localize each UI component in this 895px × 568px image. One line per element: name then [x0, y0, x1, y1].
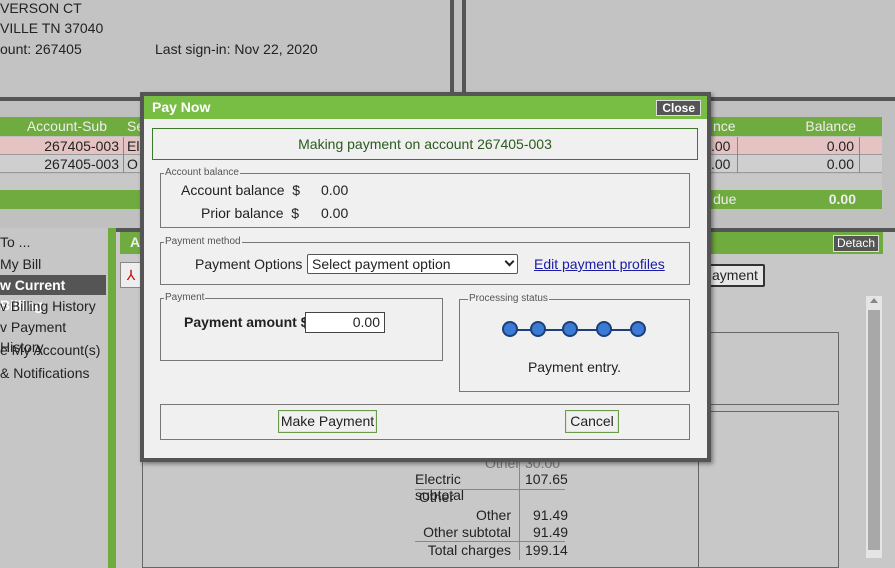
row-account: 267405-003	[0, 137, 124, 155]
menu-billing-history[interactable]: v Billing History	[0, 296, 96, 316]
status-step-icon	[596, 321, 612, 337]
edit-payment-profiles-link[interactable]: Edit payment profiles	[534, 256, 665, 272]
summary-divider	[415, 541, 565, 542]
payment-group: Payment Payment amount $ 0.00	[160, 292, 443, 361]
content-tab-label[interactable]: A	[130, 234, 140, 250]
summary-label: Other	[419, 489, 455, 505]
status-text: Payment entry.	[527, 359, 622, 375]
address-line1: VERSON CT	[0, 0, 82, 16]
bill-box-top	[698, 332, 839, 405]
account-balance-group: Account balance Account balance $ 0.00 P…	[160, 167, 690, 228]
row-account: 267405-003	[0, 155, 124, 173]
side-menu: To ... My Bill w Current Billing v Billi…	[0, 228, 108, 568]
make-payment-button[interactable]: Make Payment	[278, 410, 377, 433]
payment-amount-label: Payment amount $	[184, 314, 309, 330]
last-signin: Last sign-in: Nov 22, 2020	[155, 41, 318, 57]
scroll-thumb[interactable]	[868, 310, 880, 550]
chevron-down-icon	[504, 256, 515, 267]
row-balance: 0.00	[739, 155, 860, 173]
row-balance: 0.00	[739, 137, 860, 155]
pay-now-dialog: Pay Now Close Making payment on account …	[140, 92, 711, 462]
col-account-sub: Account-Sub	[26, 118, 107, 134]
status-step-icon	[630, 321, 646, 337]
payment-method-group: Payment method Payment Options Select pa…	[160, 236, 690, 285]
payment-options-value: Select payment option	[312, 256, 451, 272]
row-balance-due: .00	[711, 137, 738, 155]
close-button[interactable]: Close	[656, 100, 701, 116]
payment-legend: Payment	[164, 292, 206, 304]
summary-divider	[415, 489, 565, 490]
summary-divider	[519, 455, 520, 560]
payment-amount-input[interactable]: 0.00	[305, 312, 385, 333]
dialog-header: Pay Now Close	[144, 96, 707, 119]
status-step-icon	[562, 321, 578, 337]
payment-method-legend: Payment method	[164, 236, 242, 248]
payment-banner: Making payment on account 267405-003	[152, 128, 698, 160]
account-balance-label: Account balance $	[181, 182, 301, 198]
col-balance-due: nce	[713, 118, 736, 134]
menu-notifications[interactable]: & Notifications	[0, 363, 89, 383]
side-menu-title: To ...	[0, 234, 31, 250]
address-line2: VILLE TN 37040	[0, 20, 104, 36]
side-divider	[108, 228, 116, 568]
payment-options-select[interactable]: Select payment option	[307, 254, 518, 274]
row-balance-due: .00	[711, 155, 738, 173]
summary-label: Other	[475, 507, 511, 523]
account-balance-value: 0.00	[321, 182, 349, 198]
menu-current-billing[interactable]: w Current Billing	[0, 275, 106, 313]
bill-box-bottom	[698, 411, 839, 568]
prior-balance-label: Prior balance $	[201, 205, 300, 221]
status-step-icon	[502, 321, 518, 337]
total-value: 0.00	[828, 191, 856, 207]
account-balance-legend: Account balance	[164, 167, 240, 179]
processing-status-group: Processing status Payment entry.	[459, 293, 690, 392]
summary-label: Other subtotal	[423, 524, 511, 540]
payment-options-label: Payment Options	[195, 256, 303, 272]
summary-label: Total charges	[427, 542, 511, 558]
col-balance: Balance	[805, 118, 856, 134]
menu-my-accounts[interactable]: e My Account(s)	[0, 340, 100, 360]
processing-status-legend: Processing status	[468, 293, 549, 305]
summary-value: 199.14	[525, 542, 568, 558]
summary-value: 91.49	[533, 507, 569, 523]
pdf-icon[interactable]: ⅄	[120, 262, 142, 288]
status-step-icon	[530, 321, 546, 337]
summary-value: 91.49	[533, 524, 569, 540]
prior-balance-value: 0.00	[321, 205, 349, 221]
account-number: ount: 267405	[0, 41, 82, 57]
payment-button[interactable]: ayment	[706, 264, 765, 287]
top-right-panel	[462, 0, 895, 101]
dialog-title: Pay Now	[152, 99, 211, 115]
scrollbar[interactable]	[866, 296, 882, 558]
bill-summary: Other 30.00 Electric subtotal 107.65 Oth…	[415, 455, 569, 565]
menu-my-bill[interactable]: My Bill	[0, 254, 41, 274]
summary-value: 107.65	[525, 471, 568, 487]
menu-payment-history[interactable]: v Payment History	[0, 317, 108, 355]
total-label: due	[713, 191, 737, 207]
detach-button[interactable]: Detach	[832, 235, 879, 252]
cancel-button[interactable]: Cancel	[565, 410, 619, 433]
scroll-up-icon[interactable]	[870, 298, 878, 303]
